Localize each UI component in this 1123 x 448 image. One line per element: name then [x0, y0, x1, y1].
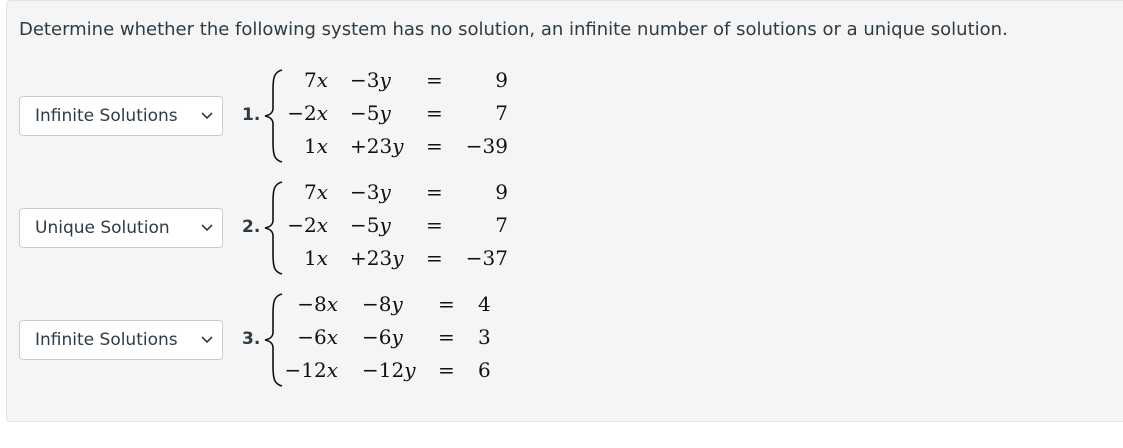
x-term: −2x	[287, 101, 328, 125]
rhs-value: 9	[495, 68, 508, 92]
y-term: −3y	[350, 180, 391, 204]
x-term: −12x	[284, 358, 339, 382]
x-term: 1x	[303, 246, 328, 270]
equals-sign: =	[438, 358, 455, 382]
answer-select-value: Unique Solution	[35, 218, 170, 238]
equals-sign: =	[426, 68, 443, 92]
rhs-value: 4	[478, 292, 491, 316]
problem-number: 1.	[242, 105, 261, 125]
problem-number: 3.	[242, 329, 261, 349]
x-term: 7x	[303, 68, 328, 92]
rhs-value: 9	[495, 180, 508, 204]
equals-sign: =	[426, 246, 443, 270]
equals-sign: =	[426, 180, 443, 204]
answer-select-2[interactable]: Unique Solution	[19, 208, 223, 248]
equals-sign: =	[438, 292, 455, 316]
y-term: −5y	[350, 213, 391, 237]
y-term: −6y	[362, 325, 403, 349]
question-prompt: Determine whether the following system h…	[19, 19, 1008, 40]
answer-select-1[interactable]: Infinite Solutions	[19, 96, 223, 136]
x-term: −6x	[297, 325, 338, 349]
answer-select-value: Infinite Solutions	[35, 330, 178, 350]
answer-select-3[interactable]: Infinite Solutions	[19, 320, 223, 360]
equals-sign: =	[438, 325, 455, 349]
x-term: 7x	[303, 180, 328, 204]
rhs-value: 7	[495, 101, 508, 125]
y-term: +23y	[350, 134, 404, 158]
answer-select-value: Infinite Solutions	[35, 106, 178, 126]
chevron-down-icon	[201, 336, 213, 344]
chevron-down-icon	[201, 112, 213, 120]
y-term: −5y	[350, 101, 391, 125]
chevron-down-icon	[201, 224, 213, 232]
x-term: −8x	[297, 292, 338, 316]
y-term: +23y	[350, 246, 404, 270]
x-term: 1x	[303, 134, 328, 158]
rhs-value: −37	[465, 246, 508, 270]
rhs-value: −39	[465, 134, 508, 158]
equals-sign: =	[426, 134, 443, 158]
rhs-value: 3	[478, 325, 491, 349]
x-term: −2x	[287, 213, 328, 237]
equals-sign: =	[426, 101, 443, 125]
rhs-value: 6	[478, 358, 491, 382]
y-term: −3y	[350, 68, 391, 92]
y-term: −8y	[362, 292, 403, 316]
y-term: −12y	[362, 358, 416, 382]
rhs-value: 7	[495, 213, 508, 237]
equals-sign: =	[426, 213, 443, 237]
problem-number: 2.	[242, 217, 261, 237]
